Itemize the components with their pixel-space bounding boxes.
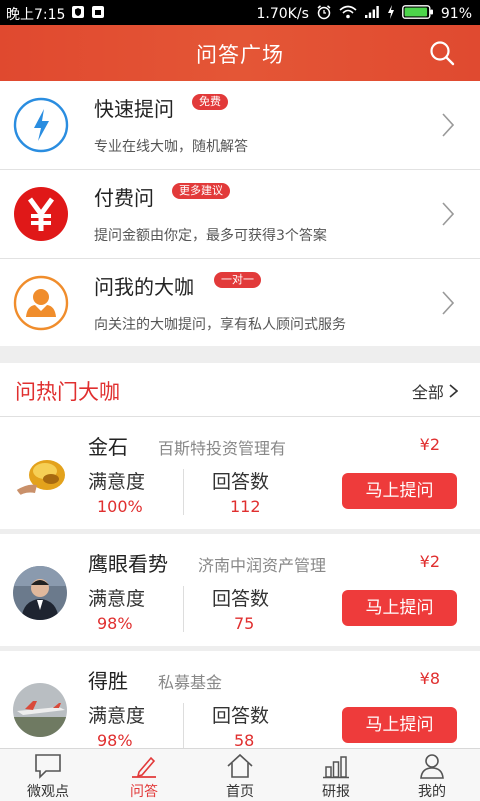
page-title: 问答广场 bbox=[196, 43, 284, 67]
status-bar: 晚上7:15 1.70K/s 91% bbox=[0, 0, 480, 25]
chevron-right-icon bbox=[442, 291, 455, 315]
section-divider bbox=[0, 346, 480, 363]
expert-row[interactable]: 金石 百斯特投资管理有 ¥2 满意度 100% 回答数 112 马上提问 bbox=[0, 416, 480, 534]
yen-icon bbox=[13, 186, 69, 242]
divider bbox=[183, 703, 184, 749]
bar-chart-icon bbox=[323, 756, 349, 779]
ask-option-title: 问我的大咖 bbox=[94, 275, 194, 299]
charging-icon bbox=[387, 5, 395, 23]
tab-label: 研报 bbox=[322, 784, 350, 800]
sim-icon bbox=[91, 5, 105, 23]
chevron-right-icon bbox=[449, 383, 459, 402]
expert-name: 得胜 bbox=[88, 669, 128, 693]
chat-bubble-icon bbox=[35, 754, 61, 779]
edit-icon bbox=[132, 756, 156, 778]
expert-org: 私募基金 bbox=[158, 673, 223, 692]
bottom-tab-bar: 微观点 问答 首页 研报 我的 bbox=[0, 748, 480, 801]
user-icon bbox=[420, 754, 444, 779]
signal-icon bbox=[364, 5, 380, 23]
lightning-icon bbox=[13, 97, 69, 153]
search-icon[interactable] bbox=[428, 39, 456, 67]
tab-reports[interactable]: 研报 bbox=[288, 749, 384, 801]
ask-option-desc: 向关注的大咖提问，享有私人顾问式服务 bbox=[94, 317, 346, 333]
ask-now-button[interactable]: 马上提问 bbox=[342, 590, 457, 626]
satisfaction-label: 满意度 bbox=[88, 705, 146, 727]
answers-label: 回答数 bbox=[212, 588, 270, 610]
app-header: 问答广场 bbox=[0, 25, 480, 81]
tab-label: 问答 bbox=[130, 784, 158, 800]
ask-option-title: 付费问 bbox=[94, 186, 154, 210]
ask-option-title: 快速提问 bbox=[94, 97, 174, 121]
person-icon bbox=[13, 275, 69, 331]
view-all-label: 全部 bbox=[411, 383, 444, 402]
answers-value: 112 bbox=[230, 497, 261, 516]
divider bbox=[183, 586, 184, 632]
view-all-link[interactable]: 全部 bbox=[411, 379, 459, 403]
ask-options: 快速提问 免费 专业在线大咖，随机解答 付费问 更多建议 提问金额由你定，最多可… bbox=[0, 81, 480, 346]
ask-now-button[interactable]: 马上提问 bbox=[342, 473, 457, 509]
tab-viewpoints[interactable]: 微观点 bbox=[0, 749, 96, 801]
ask-option-paid[interactable]: 付费问 更多建议 提问金额由你定，最多可获得3个答案 bbox=[0, 170, 480, 259]
one-on-one-badge: 一对一 bbox=[214, 272, 261, 288]
avatar bbox=[13, 683, 67, 737]
ask-option-quick[interactable]: 快速提问 免费 专业在线大咖，随机解答 bbox=[0, 81, 480, 170]
ask-option-my-expert[interactable]: 问我的大咖 一对一 向关注的大咖提问，享有私人顾问式服务 bbox=[0, 259, 480, 346]
tab-label: 微观点 bbox=[27, 784, 69, 800]
battery-icon bbox=[401, 5, 434, 23]
shield-icon bbox=[71, 5, 85, 23]
battery-percent: 91% bbox=[440, 6, 472, 22]
expert-price: ¥2 bbox=[419, 552, 440, 571]
tab-home[interactable]: 首页 bbox=[192, 749, 288, 801]
status-time: 晚上7:15 bbox=[6, 7, 66, 23]
ask-now-button[interactable]: 马上提问 bbox=[342, 707, 457, 743]
chevron-right-icon bbox=[442, 202, 455, 226]
answers-value: 75 bbox=[234, 614, 255, 633]
free-badge: 免费 bbox=[192, 94, 228, 110]
ask-option-desc: 专业在线大咖，随机解答 bbox=[94, 139, 248, 155]
home-icon bbox=[227, 753, 253, 778]
expert-name: 鹰眼看势 bbox=[88, 552, 168, 576]
chevron-right-icon bbox=[442, 113, 455, 137]
network-speed: 1.70K/s bbox=[256, 6, 309, 22]
expert-list: 金石 百斯特投资管理有 ¥2 满意度 100% 回答数 112 马上提问 鹰眼看… bbox=[0, 416, 480, 763]
satisfaction-label: 满意度 bbox=[88, 471, 146, 493]
satisfaction-value: 100% bbox=[97, 497, 143, 516]
more-advice-badge: 更多建议 bbox=[172, 183, 230, 199]
hot-experts-header: 问热门大咖 全部 bbox=[0, 363, 480, 416]
satisfaction-value: 98% bbox=[97, 614, 133, 633]
tab-qa[interactable]: 问答 bbox=[96, 749, 192, 801]
avatar bbox=[13, 566, 67, 620]
alarm-icon bbox=[316, 4, 332, 24]
section-title: 问热门大咖 bbox=[15, 380, 120, 404]
expert-price: ¥2 bbox=[419, 435, 440, 454]
answers-label: 回答数 bbox=[212, 471, 270, 493]
satisfaction-label: 满意度 bbox=[88, 588, 146, 610]
expert-row[interactable]: 得胜 私募基金 ¥8 满意度 98% 回答数 58 马上提问 bbox=[0, 651, 480, 763]
divider bbox=[183, 469, 184, 515]
expert-row[interactable]: 鹰眼看势 济南中润资产管理 ¥2 满意度 98% 回答数 75 马上提问 bbox=[0, 534, 480, 651]
wifi-icon bbox=[339, 5, 357, 23]
answers-label: 回答数 bbox=[212, 705, 270, 727]
tab-label: 首页 bbox=[226, 784, 254, 800]
expert-org: 百斯特投资管理有 bbox=[158, 439, 287, 458]
avatar bbox=[13, 449, 67, 503]
expert-org: 济南中润资产管理 bbox=[198, 556, 327, 575]
expert-name: 金石 bbox=[88, 435, 128, 459]
expert-price: ¥8 bbox=[419, 669, 440, 688]
tab-me[interactable]: 我的 bbox=[384, 749, 480, 801]
ask-option-desc: 提问金额由你定，最多可获得3个答案 bbox=[94, 228, 327, 244]
tab-label: 我的 bbox=[418, 784, 446, 800]
